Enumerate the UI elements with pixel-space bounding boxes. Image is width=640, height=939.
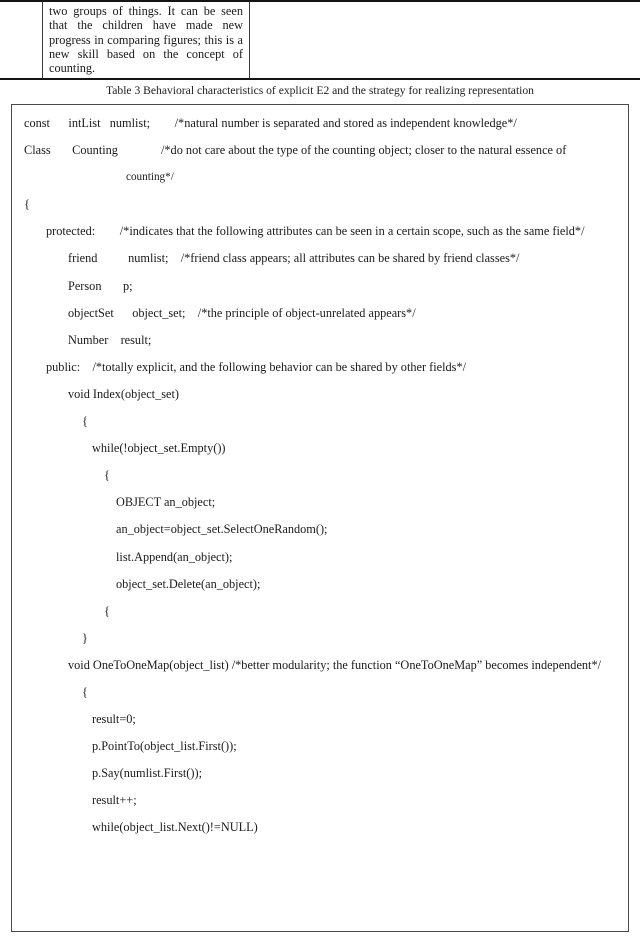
code-line: const intList numlist; /*natural number … <box>24 116 517 130</box>
code-line: p.Say(numlist.First()); <box>92 766 202 781</box>
code-line: Class Counting /*do not care about the t… <box>24 143 567 158</box>
code-line: list.Append(an_object); <box>116 549 233 564</box>
truncated-table-fragment: two groups of things. It can be seen tha… <box>0 0 640 81</box>
code-line: an_object=object_set.SelectOneRandom(); <box>116 522 328 537</box>
code-line: { <box>82 684 88 699</box>
code-block-content: const intList numlist; /*natural number … <box>12 105 628 834</box>
code-line: public: /*totally explicit, and the foll… <box>46 359 467 374</box>
code-line-continuation: counting*/ <box>126 171 174 184</box>
code-line: Number result; <box>68 332 152 347</box>
table-row: two groups of things. It can be seen tha… <box>0 2 640 79</box>
code-line: { <box>104 603 110 618</box>
code-line: { <box>82 414 88 429</box>
table-cell-left-empty <box>0 2 43 79</box>
code-line: object_set.Delete(an_object); <box>116 576 261 591</box>
table-caption: Table 3 Behavioral characteristics of ex… <box>106 84 534 98</box>
code-line: p.PointTo(object_list.First()); <box>92 739 237 754</box>
code-line: Person p; <box>68 278 133 293</box>
code-line: protected: /*indicates that the followin… <box>46 224 585 239</box>
code-line: { <box>24 197 30 212</box>
code-line: friend numlist; /*friend class appears; … <box>68 251 520 266</box>
code-line: result++; <box>92 793 137 808</box>
code-line: while(object_list.Next()!=NULL) <box>92 820 258 835</box>
table-cell-right-empty <box>250 2 640 78</box>
code-line: void OneToOneMap(object_list) /*better m… <box>68 657 602 672</box>
code-line: } <box>82 630 88 645</box>
code-line: result=0; <box>92 712 136 727</box>
table-cell-paragraph-text: two groups of things. It can be seen tha… <box>49 4 243 76</box>
code-line: void Index(object_set) <box>68 386 179 401</box>
code-line: objectSet object_set; /*the principle of… <box>68 305 416 320</box>
code-line: OBJECT an_object; <box>116 495 216 510</box>
code-line: while(!object_set.Empty()) <box>92 441 226 456</box>
code-line: { <box>104 468 110 483</box>
code-block-frame: const intList numlist; /*natural number … <box>11 104 629 932</box>
table-cell-paragraph: two groups of things. It can be seen tha… <box>43 2 250 79</box>
